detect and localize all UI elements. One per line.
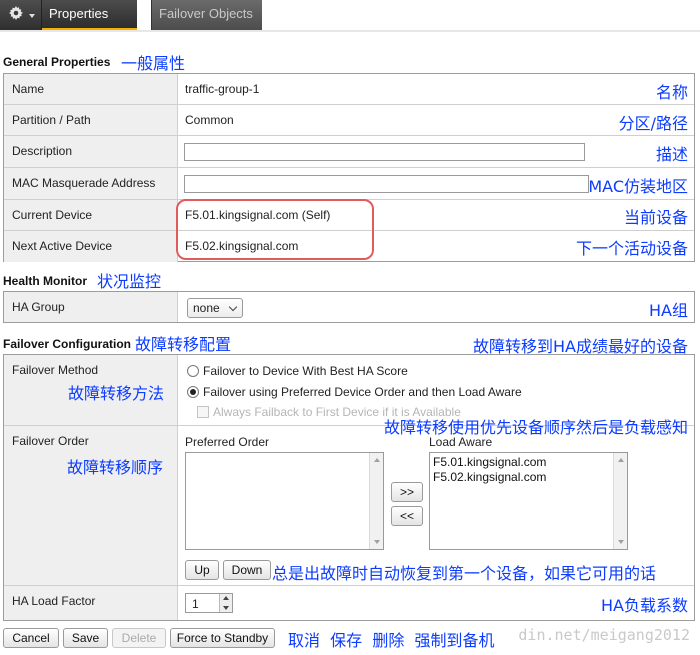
ha-load-factor-stepper[interactable]: 1 bbox=[185, 593, 233, 613]
general-properties-annotation: 一般属性 bbox=[121, 54, 186, 73]
failover-configuration-annotation: 故障转移配置 bbox=[135, 335, 232, 354]
load-aware-scrollbar[interactable] bbox=[613, 453, 627, 549]
ha-group-annotation: HA组 bbox=[649, 301, 688, 320]
radio-preferred-order[interactable] bbox=[187, 386, 199, 398]
ha-load-factor-value: 1 bbox=[192, 597, 199, 611]
health-monitor-annotation: 状况监控 bbox=[97, 272, 162, 291]
general-properties-header: General Properties bbox=[3, 55, 111, 69]
tab-failover-objects[interactable]: Failover Objects bbox=[151, 0, 262, 30]
scroll-up-icon bbox=[618, 458, 624, 462]
scroll-down-icon bbox=[618, 540, 624, 544]
name-value: traffic-group-1 bbox=[185, 82, 260, 96]
name-annotation: 名称 bbox=[655, 83, 688, 102]
gear-menu-button[interactable] bbox=[0, 0, 42, 30]
current-device-label: Current Device bbox=[4, 200, 178, 230]
ha-load-factor-annotation: HA负载系数 bbox=[601, 596, 688, 615]
move-right-button[interactable]: >> bbox=[391, 482, 423, 502]
next-active-device-label: Next Active Device bbox=[4, 231, 178, 262]
chevron-down-icon bbox=[228, 302, 238, 312]
description-input[interactable] bbox=[184, 143, 585, 161]
mac-masquerade-label: MAC Masquerade Address bbox=[4, 168, 178, 199]
scroll-up-icon bbox=[374, 458, 380, 462]
device-highlight-outline bbox=[176, 199, 374, 260]
best-ha-score-label: Failover to Device With Best HA Score bbox=[203, 364, 408, 378]
partition-value: Common bbox=[185, 113, 234, 127]
failback-annotation: 总是出故障时自动恢复到第一个设备，如果它可用的话 bbox=[272, 564, 657, 583]
ha-group-label: HA Group bbox=[4, 292, 178, 322]
preferred-order-title: Preferred Order bbox=[185, 435, 270, 449]
preferred-order-annotation: 故障转移使用优先设备顺序然后是负载感知 bbox=[383, 418, 688, 437]
tab-bar: Properties Failover Objects bbox=[0, 0, 700, 32]
load-aware-item[interactable]: F5.02.kingsignal.com bbox=[433, 470, 546, 484]
failover-order-label: Failover Order bbox=[4, 426, 178, 585]
stepper-arrows[interactable] bbox=[219, 594, 232, 612]
failover-configuration-header: Failover Configuration bbox=[3, 337, 132, 351]
mac-masquerade-annotation: MAC仿装地区 bbox=[588, 177, 688, 196]
ha-load-factor-label: HA Load Factor bbox=[4, 586, 178, 620]
preferred-order-option-label: Failover using Preferred Device Order an… bbox=[203, 385, 522, 399]
description-label: Description bbox=[4, 136, 178, 167]
tab-divider bbox=[0, 30, 700, 32]
save-button[interactable]: Save bbox=[63, 628, 108, 648]
row-name: Name traffic-group-1 bbox=[4, 74, 694, 105]
ha-group-selected-value: none bbox=[193, 301, 220, 315]
health-monitor-table: HA Group none bbox=[3, 291, 695, 323]
mac-masquerade-input[interactable] bbox=[184, 175, 589, 193]
load-aware-item[interactable]: F5.01.kingsignal.com bbox=[433, 455, 546, 469]
partition-annotation: 分区/路径 bbox=[618, 114, 688, 133]
gear-icon bbox=[9, 6, 23, 20]
preferred-order-list[interactable] bbox=[185, 452, 384, 550]
load-aware-list[interactable]: F5.01.kingsignal.com F5.02.kingsignal.co… bbox=[429, 452, 628, 550]
scroll-down-icon bbox=[374, 540, 380, 544]
next-active-device-annotation: 下一个活动设备 bbox=[575, 239, 688, 258]
row-ha-load-factor: HA Load Factor 1 bbox=[4, 586, 694, 620]
name-label: Name bbox=[4, 74, 178, 104]
cancel-button[interactable]: Cancel bbox=[3, 628, 59, 648]
chevron-up-icon bbox=[223, 596, 229, 600]
watermark: din.net/meigang2012 bbox=[518, 626, 690, 644]
failover-method-annotation: 故障转移方法 bbox=[68, 384, 165, 403]
checkbox-always-failback[interactable] bbox=[197, 406, 209, 418]
move-left-button[interactable]: << bbox=[391, 506, 423, 526]
failover-order-annotation: 故障转移顺序 bbox=[67, 458, 164, 477]
tab-properties[interactable]: Properties bbox=[42, 0, 137, 31]
row-description: Description bbox=[4, 136, 694, 168]
row-ha-group: HA Group none bbox=[4, 292, 694, 322]
preferred-order-scrollbar[interactable] bbox=[369, 453, 383, 549]
actions-annotation: 取消 保存 删除 强制到备机 bbox=[288, 631, 495, 650]
delete-button[interactable]: Delete bbox=[112, 628, 166, 648]
radio-best-ha-score[interactable] bbox=[187, 365, 199, 377]
down-button[interactable]: Down bbox=[223, 560, 271, 580]
description-annotation: 描述 bbox=[655, 145, 688, 164]
row-partition: Partition / Path Common bbox=[4, 105, 694, 136]
ha-group-select[interactable]: none bbox=[187, 298, 243, 318]
force-to-standby-button[interactable]: Force to Standby bbox=[170, 628, 275, 648]
chevron-down-icon bbox=[223, 606, 229, 610]
health-monitor-header: Health Monitor bbox=[3, 274, 87, 288]
up-button[interactable]: Up bbox=[185, 560, 219, 580]
current-device-annotation: 当前设备 bbox=[623, 208, 688, 227]
partition-label: Partition / Path bbox=[4, 105, 178, 135]
chevron-down-icon bbox=[29, 14, 35, 18]
